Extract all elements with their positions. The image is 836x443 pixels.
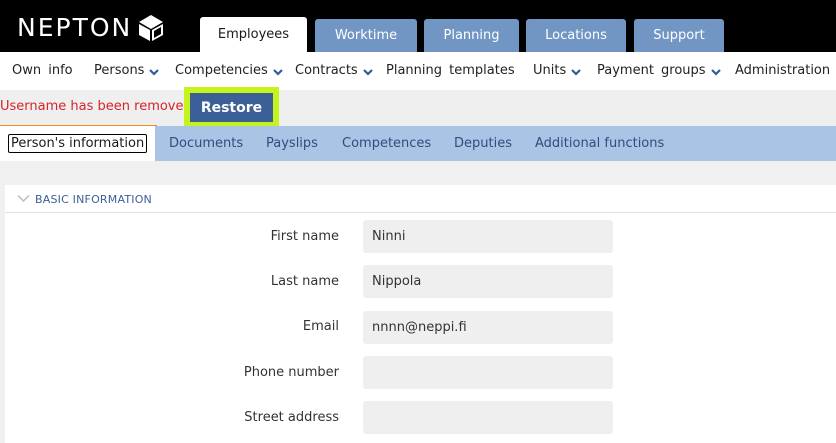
subnav-label: Contracts — [295, 62, 358, 78]
restore-button[interactable]: Restore — [190, 93, 273, 122]
tab-worktime[interactable]: Worktime — [315, 19, 417, 52]
tab-competences[interactable]: Competences — [342, 126, 431, 161]
section-title: BASIC INFORMATION — [35, 193, 152, 206]
field-row-label-wrap: Street address — [139, 410, 339, 428]
field-row-label-wrap: Phone number — [139, 365, 339, 383]
logo-cube-icon — [139, 15, 164, 41]
tab-label: Competences — [342, 136, 432, 151]
subnav-contracts[interactable]: Contracts — [295, 52, 373, 88]
top-header: NEPTON Employees Worktime Planning Locat… — [0, 0, 836, 52]
tab-employees[interactable]: Employees — [200, 17, 307, 52]
chevron-down-icon — [362, 68, 373, 76]
field-row-label-wrap: First name — [139, 229, 339, 247]
subnav-planning-templates[interactable]: Planning templates — [386, 52, 515, 88]
tab-label: Payslips — [266, 136, 318, 151]
chevron-down-icon — [17, 195, 30, 202]
tab-persons-information[interactable]: Person's information — [0, 126, 156, 161]
subnav-label: Persons — [94, 62, 145, 78]
last-name-field[interactable]: Nippola — [363, 265, 613, 298]
person-tabs: Person's information Documents Payslips … — [0, 126, 836, 161]
tab-label: Employees — [217, 27, 290, 42]
removed-message: Username has been removed — [0, 99, 192, 114]
field-row-label-wrap: Last name — [139, 274, 339, 292]
street-address-label: Street address — [244, 410, 339, 425]
phone-number-label: Phone number — [243, 365, 339, 380]
subnav-persons[interactable]: Persons — [94, 52, 160, 88]
subnav-label: Administration — [735, 62, 831, 78]
nepton-logo[interactable]: NEPTON — [17, 13, 165, 43]
subnav-administration[interactable]: Administration — [735, 52, 830, 88]
subnav-label: Planning templates — [386, 62, 515, 78]
subnav-units[interactable]: Units — [533, 52, 582, 88]
tab-label: Deputies — [454, 136, 512, 151]
logo-text: NEPTON — [17, 13, 133, 42]
tab-planning[interactable]: Planning — [424, 19, 519, 52]
street-address-field[interactable] — [363, 401, 613, 434]
subnav-competencies[interactable]: Competencies — [175, 52, 283, 88]
tab-documents[interactable]: Documents — [169, 126, 243, 161]
email-field[interactable]: nnnn@neppi.fi — [363, 311, 613, 344]
subnav-label: Payment groups — [597, 62, 706, 78]
chevron-down-icon — [571, 68, 582, 76]
tab-label: Documents — [169, 136, 244, 151]
tab-locations[interactable]: Locations — [526, 19, 626, 52]
tab-label: Locations — [545, 28, 607, 43]
tab-support[interactable]: Support — [634, 19, 724, 52]
sub-navigation: Own info Persons Competencies Contracts … — [0, 52, 836, 90]
tab-label: Additional functions — [535, 136, 665, 151]
field-row-label-wrap: Email — [139, 319, 339, 337]
tab-label: Support — [653, 28, 705, 43]
tab-payslips[interactable]: Payslips — [266, 126, 318, 161]
tab-label: Planning — [443, 28, 500, 43]
chevron-down-icon — [149, 68, 160, 76]
section-header[interactable]: BASIC INFORMATION — [5, 185, 836, 213]
tab-label: Worktime — [334, 28, 398, 43]
subnav-own-info[interactable]: Own info — [12, 52, 73, 88]
subnav-label: Competencies — [175, 62, 268, 78]
chevron-down-icon — [710, 68, 721, 76]
notification-bar: Username has been removed — [0, 90, 836, 127]
chevron-down-icon — [273, 68, 283, 76]
subnav-label: Units — [533, 62, 567, 78]
subnav-label: Own info — [12, 62, 73, 78]
first-name-field[interactable]: Ninni — [363, 220, 613, 253]
email-label: Email — [302, 319, 339, 334]
subnav-payment-groups[interactable]: Payment groups — [597, 52, 721, 88]
tab-label: Person's information — [8, 134, 148, 153]
last-name-label: Last name — [270, 274, 339, 289]
tab-additional-functions[interactable]: Additional functions — [535, 126, 664, 161]
phone-number-field[interactable] — [363, 356, 613, 389]
first-name-label: First name — [270, 229, 339, 244]
tab-deputies[interactable]: Deputies — [454, 126, 512, 161]
